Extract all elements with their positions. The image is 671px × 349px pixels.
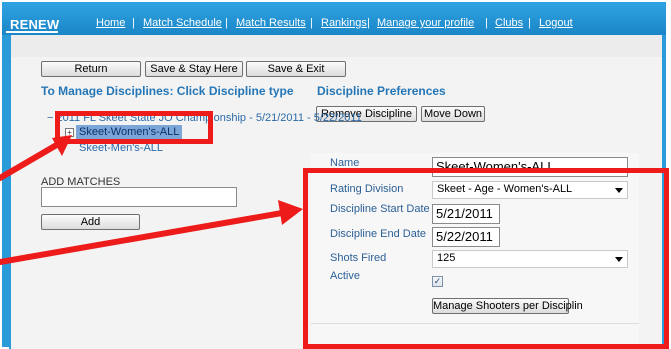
annotation-arrows	[0, 135, 303, 265]
annotation-arrow-to-tree	[0, 135, 72, 181]
annotation-arrow-to-form	[0, 200, 303, 265]
